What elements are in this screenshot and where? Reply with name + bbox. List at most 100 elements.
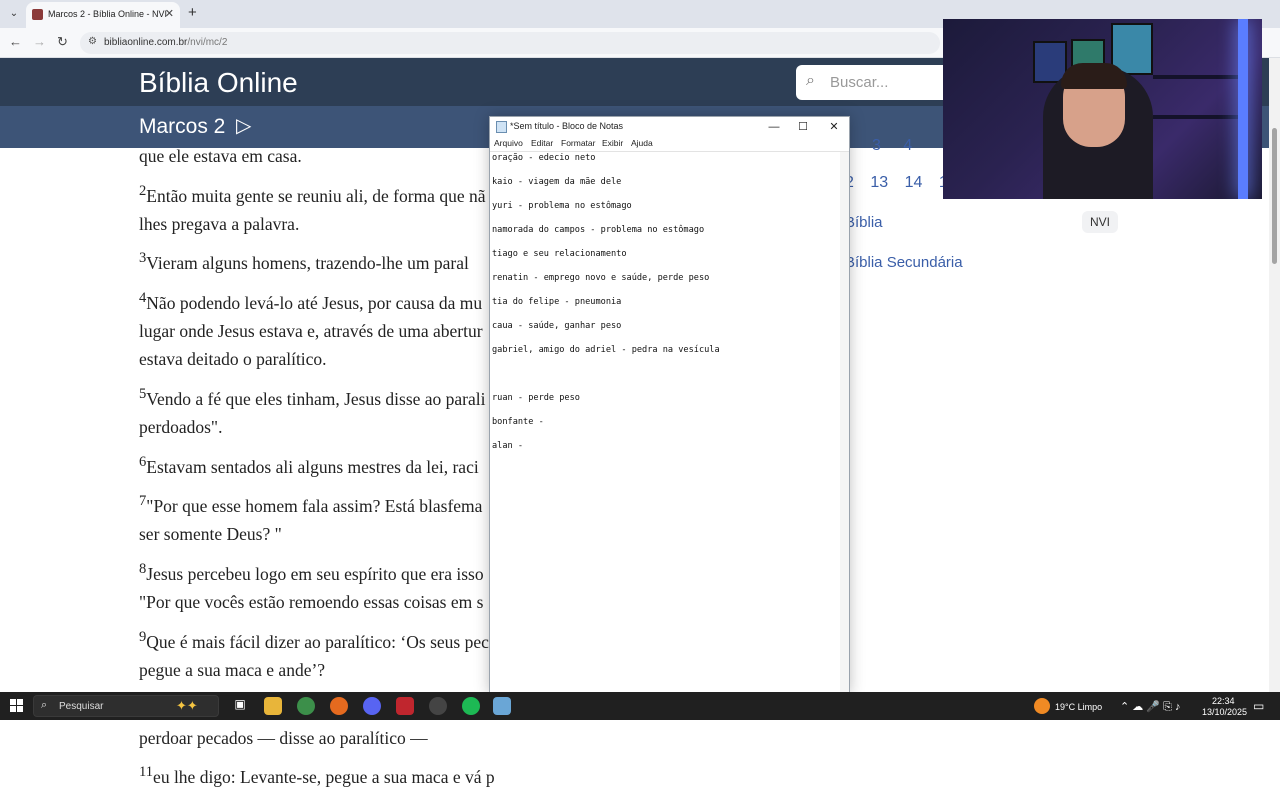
task-view-icon[interactable]: ▣ [231, 697, 249, 715]
version-badge[interactable]: NVI [1082, 211, 1118, 233]
tray-icons[interactable]: ⌃ ☁ 🎤 ⎘ ♪ [1120, 700, 1180, 714]
shelf [1153, 75, 1239, 79]
verse-line: que ele estava em casa. [139, 142, 499, 171]
obs-icon[interactable] [429, 697, 447, 715]
url-text: bibliaonline.com.br/nvi/mc/2 [104, 37, 227, 48]
verse-line: estava deitado o paralítico. [139, 345, 499, 374]
chapter-title: Marcos 2 [139, 115, 226, 138]
secondary-bible-link[interactable]: Bíblia Secundária [845, 254, 963, 271]
site-info-icon[interactable]: ⚙ [88, 36, 97, 47]
clock-time[interactable]: 22:34 [1212, 696, 1235, 706]
search-input[interactable]: ⌕ Buscar... [796, 65, 956, 100]
clock-date[interactable]: 13/10/2025 [1202, 707, 1247, 717]
search-icon: ⌕ [41, 699, 48, 711]
verse-line: 6Estavam sentados ali alguns mestres da … [139, 448, 499, 481]
verse-text: que ele estava em casa. [139, 146, 302, 166]
verse-line: 7"Por que esse homem fala assim? Está bl… [139, 487, 499, 520]
verse-line: 11eu lhe digo: Levante-se, pegue a sua m… [139, 758, 499, 791]
verse-line: lhes pregava a palavra. [139, 210, 499, 239]
close-tab-icon[interactable]: ✕ [165, 7, 174, 20]
chapter-numbers-top[interactable]: 3 4 [872, 137, 912, 155]
verse-line: pegue a sua maca e ande’? [139, 656, 499, 685]
verse-text: Vendo a fé que eles tinham, Jesus disse … [146, 388, 486, 409]
chrome-icon[interactable] [297, 697, 315, 715]
forward-icon[interactable]: → [33, 34, 46, 49]
verse-text: Estavam sentados ali alguns mestres da l… [146, 456, 479, 477]
new-tab-button[interactable]: + [188, 4, 197, 21]
verse-text: lugar onde Jesus estava e, através de um… [139, 320, 483, 341]
verse-text: Não podendo levá-lo até Jesus, por causa… [146, 292, 483, 313]
close-button[interactable]: ✕ [819, 118, 849, 136]
verse-text: Jesus percebeu logo em seu espírito que … [146, 563, 484, 584]
app-icon[interactable] [396, 697, 414, 715]
firefox-icon[interactable] [330, 697, 348, 715]
verse-text: eu lhe digo: Levante-se, pegue a sua mac… [153, 767, 495, 788]
windows-logo-icon [17, 699, 23, 705]
minimize-button[interactable]: — [759, 118, 789, 136]
url-path: /nvi/mc/2 [187, 37, 228, 48]
verse-text: Que é mais fácil dizer ao paralítico: ‘O… [146, 631, 497, 652]
verse-text: "Por que vocês estão remoendo essas cois… [139, 592, 484, 613]
back-icon[interactable]: ← [9, 34, 22, 49]
play-audio-icon[interactable]: ▷ [236, 113, 251, 138]
verse-line: perdoar pecados — disse ao paralítico — [139, 724, 499, 753]
maximize-button[interactable]: ☐ [788, 118, 818, 136]
verse-line: lugar onde Jesus estava e, através de um… [139, 317, 499, 346]
notepad-icon [496, 121, 507, 133]
menu-arquivo[interactable]: Arquivo [494, 138, 523, 148]
menu-formatar[interactable]: Formatar [561, 138, 595, 148]
menu-ajuda[interactable]: Ajuda [631, 138, 653, 148]
search-highlight-icon: ✦✦ [176, 698, 198, 713]
notepad-scrollbar[interactable] [840, 152, 849, 694]
verse-line: 2Então muita gente se reuniu ali, de for… [139, 177, 499, 210]
reload-icon[interactable]: ↻ [57, 34, 68, 50]
tab-search-button[interactable]: ⌄ [4, 4, 24, 24]
windows-logo-icon [17, 706, 23, 712]
taskbar-search[interactable]: ⌕ Pesquisar ✦✦ [33, 695, 219, 717]
verse-text: pegue a sua maca e ande’? [139, 660, 326, 681]
file-explorer-icon[interactable] [264, 697, 282, 715]
notepad-text-area[interactable]: oração - edecio neto kaio - viagem da mã… [490, 151, 849, 694]
site-title[interactable]: Bíblia Online [139, 67, 298, 99]
verse-line: perdoados". [139, 413, 499, 442]
verse-text: "Por que esse homem fala assim? Está bla… [146, 495, 483, 516]
tab-title: Marcos 2 - Bíblia Online - NVI [48, 9, 168, 19]
verse-line: 4Não podendo levá-lo até Jesus, por caus… [139, 284, 499, 317]
verse-text: lhes pregava a palavra. [139, 213, 300, 234]
notepad-titlebar[interactable]: *Sem título - Bloco de Notas — ☐ ✕ [490, 117, 849, 137]
windows-logo-icon [10, 699, 16, 705]
url-input[interactable]: ⚙ bibliaonline.com.br/nvi/mc/2 [80, 32, 940, 54]
notification-icon[interactable]: ▭ [1253, 699, 1264, 713]
webcam-overlay [943, 19, 1262, 199]
chapter-numbers[interactable]: 2 13 14 1 [845, 174, 948, 192]
verse-line: 5Vendo a fé que eles tinham, Jesus disse… [139, 380, 499, 413]
verse-text: Vieram alguns homens, trazendo-lhe um pa… [146, 253, 469, 274]
weather-icon[interactable] [1034, 698, 1050, 714]
verse-text: ser somente Deus? " [139, 524, 282, 545]
verse-text: perdoados". [139, 417, 223, 438]
browser-tab[interactable]: Marcos 2 - Bíblia Online - NVI ✕ [26, 2, 180, 28]
streamer-hair [1061, 63, 1127, 89]
menu-exibir[interactable]: Exibir [602, 138, 623, 148]
notepad-menubar: Arquivo Editar Formatar Exibir Ajuda [490, 137, 849, 151]
notepad-window[interactable]: *Sem título - Bloco de Notas — ☐ ✕ Arqui… [489, 116, 850, 694]
scrollbar-thumb[interactable] [1272, 128, 1277, 264]
verse-line: 3Vieram alguns homens, trazendo-lhe um p… [139, 244, 499, 277]
notepad-content[interactable]: oração - edecio neto kaio - viagem da mã… [492, 152, 720, 452]
verse-text: perdoar pecados — disse ao paralítico — [139, 727, 428, 748]
verse-line: "Por que vocês estão remoendo essas cois… [139, 588, 499, 617]
verse-line: 9Que é mais fácil dizer ao paralítico: ‘… [139, 623, 499, 656]
url-host: bibliaonline.com.br [104, 37, 188, 48]
verse-text: Então muita gente se reuniu ali, de form… [146, 185, 486, 206]
notepad-taskbar-icon[interactable] [493, 697, 511, 715]
verse-line: 8Jesus percebeu logo em seu espírito que… [139, 555, 499, 588]
discord-icon[interactable] [363, 697, 381, 715]
site-favicon-icon [32, 9, 43, 20]
weather-text[interactable]: 19°C Limpo [1055, 702, 1102, 712]
bible-link[interactable]: Bíblia [845, 214, 883, 231]
led-light [1238, 19, 1248, 199]
menu-editar[interactable]: Editar [531, 138, 553, 148]
spotify-icon[interactable] [462, 697, 480, 715]
start-button[interactable] [10, 699, 24, 713]
page-scrollbar[interactable] [1269, 58, 1280, 692]
